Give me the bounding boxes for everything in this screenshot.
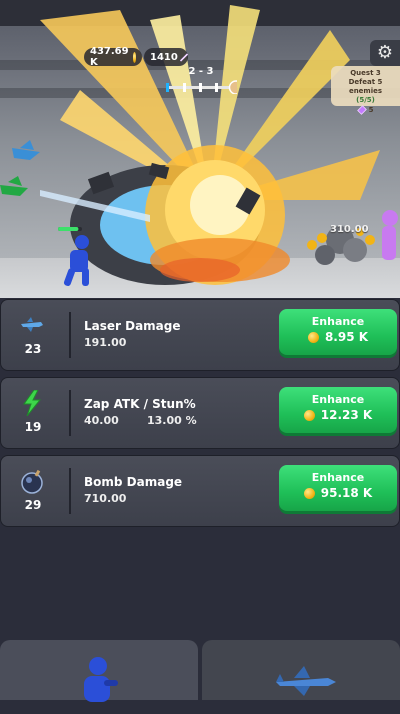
enhance-cost-amount: 8.95 K	[324, 330, 369, 344]
enhance-label: Enhance	[311, 393, 365, 406]
upgrade-title: Zap ATK / Stun%	[84, 397, 196, 411]
upgrade-card-laser: 23 Laser Damage 191.00 Enhance 8.95 K	[0, 299, 400, 371]
player-health-fill	[58, 227, 79, 231]
upgrade-card-zap: 19 Zap ATK / Stun% 40.00 13.00 % Enhance…	[0, 377, 400, 449]
gear-icon: ⚙	[376, 42, 394, 63]
upgrade-value-stun: 13.00 %	[147, 414, 197, 427]
enhance-cost: 8.95 K	[279, 330, 397, 344]
upgrade-title: Bomb Damage	[84, 475, 183, 489]
player-stickman	[63, 235, 89, 286]
divider	[69, 312, 71, 358]
enhance-cost-amount: 12.23 K	[320, 408, 373, 422]
upgrade-panel: 23 Laser Damage 191.00 Enhance 8.95 K 19…	[0, 299, 400, 640]
gem-amount: 1410	[150, 51, 178, 63]
jet-plane-icon	[276, 666, 336, 696]
explosion-fire	[160, 258, 240, 282]
coin-drop	[317, 233, 327, 243]
upgrade-level: 29	[24, 498, 42, 512]
tab-planes[interactable]	[202, 640, 400, 700]
quest-panel[interactable]: Quest 3 Defeat 5 enemies (5/5) 5	[331, 66, 400, 115]
divider	[69, 468, 71, 514]
tab-hero[interactable]	[0, 640, 198, 702]
coin-icon	[132, 51, 136, 63]
stage-node	[199, 83, 202, 92]
enhance-cost-amount: 95.18 K	[320, 486, 373, 500]
coin-icon	[303, 487, 315, 499]
upgrade-card-bomb: 29 Bomb Damage 710.00 Enhance 95.18 K	[0, 455, 400, 527]
coin-drop	[307, 240, 317, 250]
gem-icon	[179, 53, 188, 61]
coin-icon	[307, 331, 319, 343]
battle-illustration	[0, 5, 398, 286]
laser-plane-icon	[21, 317, 43, 332]
stage-node	[215, 83, 218, 92]
enhance-bomb-button[interactable]: Enhance 95.18 K	[279, 465, 397, 511]
stage-label: 2 - 3	[188, 66, 214, 77]
stage-progress	[166, 80, 237, 94]
quest-objective: Defeat 5 enemies	[348, 78, 383, 95]
quest-title: Quest 3	[350, 69, 381, 77]
coin-counter: 437.69 K	[84, 46, 142, 68]
enhance-laser-button[interactable]: Enhance 8.95 K	[279, 309, 397, 355]
stage-node-done	[166, 83, 169, 92]
settings-gear-button[interactable]: ⚙	[370, 40, 400, 66]
quest-reward: 5	[331, 105, 400, 115]
quest-progress: (5/5)	[356, 96, 375, 104]
green-drone	[0, 176, 28, 196]
stage-node	[183, 83, 186, 92]
coin-icon	[303, 409, 315, 421]
blue-drone	[12, 140, 40, 160]
bomb-icon	[21, 469, 43, 494]
coin-amount: 437.69 K	[90, 46, 129, 68]
gem-counter: 1410	[144, 48, 188, 66]
upgrade-value-attack: 40.00	[84, 414, 119, 427]
enhance-cost: 95.18 K	[279, 486, 397, 500]
divider	[69, 390, 71, 436]
floating-damage-number: 310.00	[330, 224, 369, 235]
lightning-icon	[23, 390, 42, 416]
enhance-cost: 12.23 K	[279, 408, 397, 422]
upgrade-value: 191.00	[84, 336, 127, 349]
coin-drop	[365, 235, 375, 245]
upgrade-level: 23	[24, 342, 42, 356]
enhance-label: Enhance	[311, 471, 365, 484]
smoke-cloud	[343, 238, 367, 262]
quest-reward-amount: 5	[368, 105, 374, 114]
game-scene: 310.00 437.69 K 1410 2 - 3 ⚙ Quest 3 Def…	[0, 0, 400, 298]
enhance-label: Enhance	[311, 315, 365, 328]
smoke-cloud	[315, 245, 335, 265]
boss-stage-icon	[228, 80, 237, 94]
enhance-zap-button[interactable]: Enhance 12.23 K	[279, 387, 397, 433]
upgrade-value: 710.00	[84, 492, 127, 505]
upgrade-title: Laser Damage	[84, 319, 181, 333]
stickman-hero-icon	[84, 657, 118, 702]
gem-icon	[356, 105, 367, 115]
enemy-stickman	[382, 210, 398, 260]
upgrade-level: 19	[24, 420, 42, 434]
